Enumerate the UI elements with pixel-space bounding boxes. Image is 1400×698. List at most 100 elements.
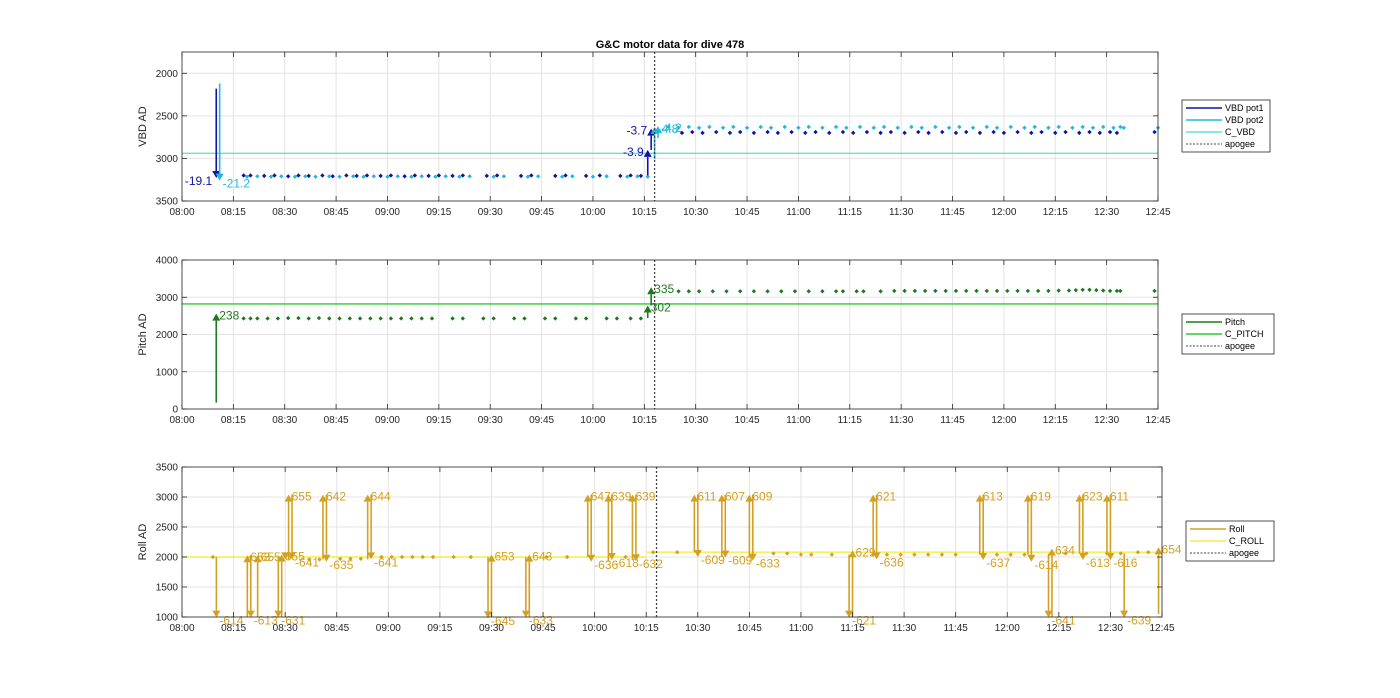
x-tick-label: 09:30 (479, 623, 504, 634)
x-tick-label: 08:45 (324, 623, 349, 634)
arrow-label: 611 (1110, 490, 1129, 504)
arrow-label: -637 (986, 556, 1010, 570)
arrow-label: -614 (1034, 558, 1058, 572)
y-tick-label: 1000 (156, 367, 179, 378)
y-axis-label: Pitch AD (137, 313, 149, 355)
arrow-label: -641 (295, 555, 319, 569)
arrow-label: 653 (494, 550, 514, 564)
arrow-label: -21.2 (223, 177, 251, 191)
arrow-label: -641 (374, 555, 398, 569)
x-tick-label: 08:45 (324, 415, 349, 426)
x-tick-label: 08:15 (221, 623, 246, 634)
arrow-label: -633 (756, 557, 780, 571)
x-tick-label: 11:00 (786, 415, 811, 426)
y-tick-label: 3000 (156, 493, 179, 504)
legend-label: C_PITCH (1225, 329, 1264, 339)
y-tick-label: 3500 (156, 197, 179, 208)
x-tick-label: 10:00 (580, 415, 605, 426)
x-tick-label: 09:00 (375, 207, 400, 218)
x-tick-label: 12:45 (1145, 207, 1170, 218)
legend-label: Pitch (1225, 317, 1245, 327)
y-tick-label: 2000 (156, 330, 179, 341)
x-tick-label: 11:30 (889, 207, 914, 218)
x-tick-label: 10:30 (685, 623, 710, 634)
arrow-label: 642 (326, 490, 346, 504)
x-tick-label: 08:00 (169, 207, 194, 218)
x-tick-label: 09:00 (376, 623, 401, 634)
panel-2: 238 302 335 08:00 08:15 08:30 08:45 09:00 09:15 0… (137, 256, 1275, 426)
arrow-label: 655 (292, 490, 312, 504)
y-axis-label: Roll AD (137, 524, 149, 561)
x-tick-label: 12:30 (1094, 415, 1119, 426)
x-tick-label: 09:45 (529, 207, 554, 218)
arrow-label: -635 (329, 558, 353, 572)
x-tick-label: 08:30 (272, 207, 297, 218)
y-tick-label: 2500 (156, 523, 179, 534)
x-tick-label: 10:45 (737, 623, 762, 634)
arrow-label: 607 (725, 490, 745, 504)
y-tick-label: 1000 (156, 613, 179, 624)
x-tick-label: 11:00 (789, 623, 814, 634)
x-tick-label: 11:15 (840, 623, 865, 634)
y-tick-label: 3000 (156, 293, 179, 304)
y-tick-label: 3000 (156, 154, 179, 165)
arrow-label: 644 (371, 490, 391, 504)
arrow-label: 621 (876, 490, 896, 504)
x-tick-label: 09:15 (427, 623, 452, 634)
arrow-label: 613 (983, 490, 1003, 504)
x-tick-label: 09:15 (426, 415, 451, 426)
x-tick-label: 08:00 (169, 623, 194, 634)
x-tick-label: 09:15 (426, 207, 451, 218)
x-tick-label: 09:30 (478, 415, 503, 426)
arrow-label: 302 (651, 300, 671, 314)
x-tick-label: 08:15 (221, 415, 246, 426)
x-tick-label: 12:45 (1145, 415, 1170, 426)
x-tick-label: 11:30 (889, 415, 914, 426)
y-tick-label: 4000 (156, 256, 179, 267)
x-tick-label: 12:15 (1043, 207, 1068, 218)
x-tick-label: 09:45 (529, 415, 554, 426)
panel-3: -614653-613655-631655655-641642-635644-6… (137, 463, 1275, 634)
x-tick-label: 10:15 (634, 623, 659, 634)
x-tick-label: 08:30 (272, 415, 297, 426)
x-tick-label: 08:15 (221, 207, 246, 218)
arrow-label: 609 (752, 490, 772, 504)
legend-label: VBD pot2 (1225, 115, 1264, 125)
arrow-label: 654 (1162, 542, 1182, 556)
x-tick-label: 11:45 (940, 207, 965, 218)
x-tick-label: 12:30 (1094, 207, 1119, 218)
x-tick-label: 12:00 (991, 415, 1016, 426)
x-tick-label: 11:00 (786, 207, 811, 218)
legend: Pitch C_PITCHapogee (1181, 313, 1275, 355)
x-tick-label: 10:30 (683, 415, 708, 426)
arrow-label: -639 (1127, 614, 1151, 628)
y-tick-label: 2500 (156, 111, 179, 122)
x-tick-label: 10:45 (735, 207, 760, 218)
x-tick-label: 12:45 (1149, 623, 1174, 634)
panel-1: -19.1 -21.2-3.9-3.7 -4.8-4.208:00 08:15 08:3… (137, 51, 1271, 218)
x-tick-label: 12:00 (995, 623, 1020, 634)
x-tick-label: 10:15 (632, 207, 657, 218)
legend: VBD pot1 VBD pot2 C_VBDapogee (1181, 99, 1271, 153)
y-tick-label: 3500 (156, 463, 179, 474)
arrow-label: -3.7 (626, 124, 647, 138)
arrow-label: -636 (880, 555, 904, 569)
arrow-label: -19.1 (185, 174, 213, 188)
figure-title: G&C motor data for dive 478 (596, 39, 745, 51)
legend-label: C_VBD (1225, 127, 1256, 137)
x-tick-label: 12:00 (991, 207, 1016, 218)
arrow-label: -616 (1113, 556, 1137, 570)
y-tick-label: 2000 (156, 69, 179, 80)
x-tick-label: 11:45 (940, 415, 965, 426)
x-tick-label: 10:00 (582, 623, 607, 634)
x-tick-label: 11:15 (838, 207, 863, 218)
x-tick-label: 09:45 (531, 623, 556, 634)
arrow-label: 611 (697, 490, 716, 504)
x-tick-label: 10:45 (735, 415, 760, 426)
x-tick-label: 11:30 (892, 623, 917, 634)
y-tick-label: 2000 (156, 553, 179, 564)
legend-label: Roll (1229, 524, 1245, 534)
y-tick-label: 0 (172, 405, 178, 416)
arrow-label: 634 (1055, 544, 1075, 558)
arrow-label: 335 (654, 282, 674, 296)
